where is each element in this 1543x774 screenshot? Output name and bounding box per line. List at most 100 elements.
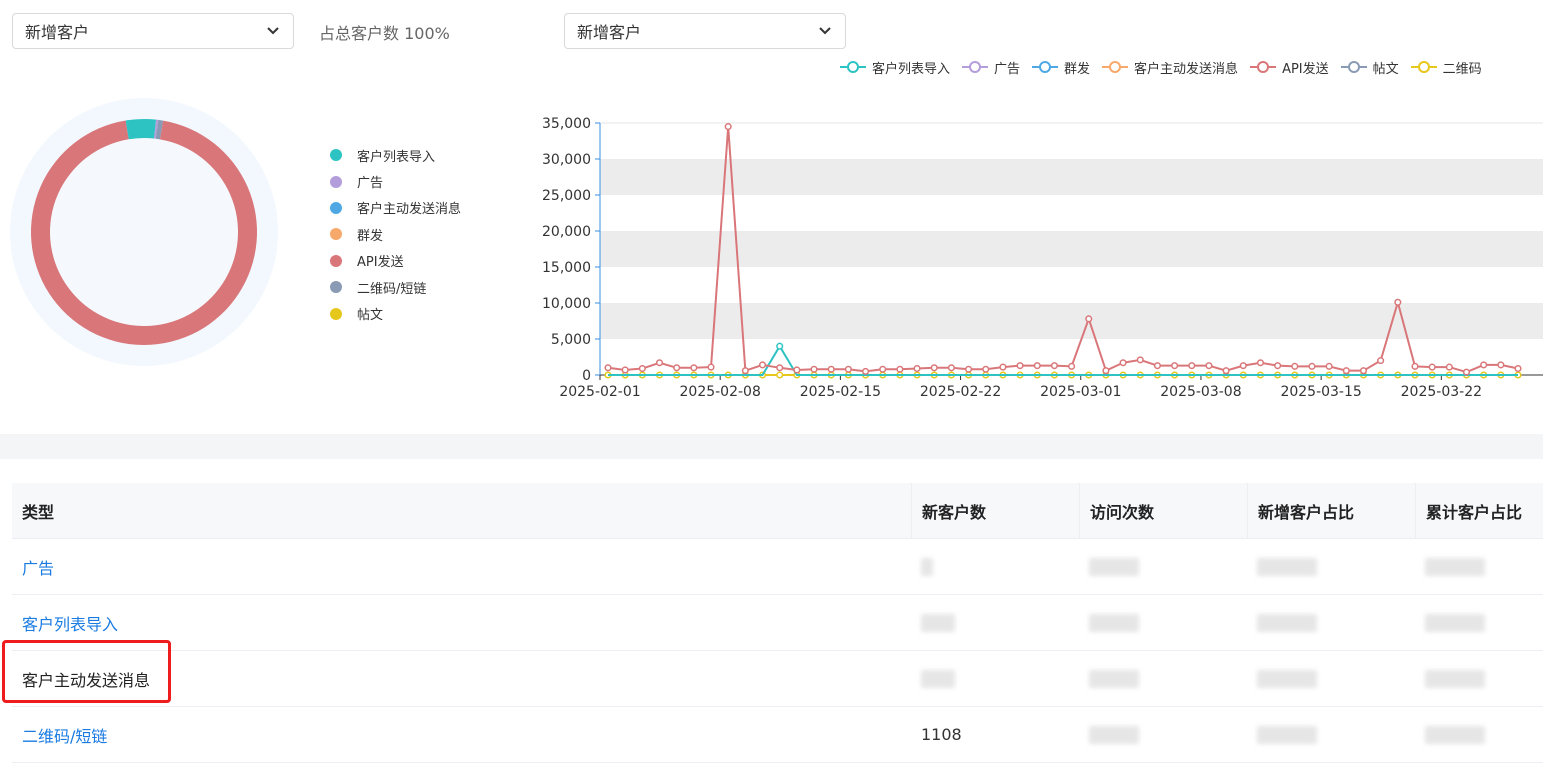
x-tick-label: 2025-02-01 <box>559 384 640 400</box>
cell-redacted <box>1415 539 1543 594</box>
data-point[interactable] <box>776 364 784 372</box>
legend-item[interactable]: 二维码/短链 <box>330 274 461 300</box>
cell-redacted <box>1247 539 1415 594</box>
legend-item[interactable]: API发送 <box>1250 58 1329 77</box>
data-point[interactable] <box>1514 364 1522 373</box>
data-point[interactable] <box>1205 362 1213 370</box>
data-point[interactable] <box>690 364 698 372</box>
data-point[interactable] <box>1480 361 1488 369</box>
data-point[interactable] <box>604 364 612 372</box>
right-metric-select[interactable]: 新增客户 <box>564 13 846 49</box>
grid-band <box>600 159 1543 195</box>
legend-label: 群发 <box>1064 61 1091 77</box>
legend-item[interactable]: 广告 <box>962 58 1020 77</box>
data-point[interactable] <box>655 359 664 367</box>
legend-item[interactable]: 群发 <box>330 221 461 247</box>
data-point[interactable] <box>1411 362 1419 370</box>
data-point[interactable] <box>1342 367 1350 375</box>
data-point[interactable] <box>930 364 938 372</box>
data-point[interactable] <box>776 342 784 350</box>
data-point[interactable] <box>827 365 835 373</box>
data-point[interactable] <box>879 365 887 373</box>
legend-item[interactable]: 帖文 <box>1340 58 1399 77</box>
type-link[interactable]: 客户列表导入 <box>22 611 118 635</box>
data-point[interactable] <box>1188 362 1196 370</box>
type-link[interactable]: 二维码/短链 <box>22 723 107 747</box>
column-header-new-ratio[interactable]: 新增客户占比 <box>1247 483 1415 538</box>
cell-new-customers: 1108 <box>911 707 1079 762</box>
grid-band <box>600 231 1543 267</box>
data-point[interactable] <box>1428 363 1436 371</box>
data-point[interactable] <box>982 365 990 373</box>
data-point[interactable] <box>741 367 749 375</box>
data-point[interactable] <box>913 364 921 373</box>
data-point[interactable] <box>1445 363 1453 371</box>
data-point[interactable] <box>758 361 767 369</box>
data-point[interactable] <box>862 367 870 375</box>
data-point[interactable] <box>621 366 629 374</box>
data-point[interactable] <box>724 123 732 131</box>
data-point[interactable] <box>1394 298 1402 306</box>
data-point[interactable] <box>776 371 784 379</box>
data-point[interactable] <box>1153 362 1161 370</box>
data-point[interactable] <box>844 365 852 373</box>
data-point[interactable] <box>793 366 801 374</box>
legend-item[interactable]: 客户主动发送消息 <box>1102 58 1238 77</box>
donut-chart <box>10 98 278 366</box>
legend-item[interactable]: 群发 <box>1032 58 1090 77</box>
data-point[interactable] <box>1119 359 1127 367</box>
data-point[interactable] <box>673 364 681 372</box>
data-point[interactable] <box>707 363 715 371</box>
legend-item[interactable]: 广告 <box>330 168 461 194</box>
data-point[interactable] <box>1085 315 1093 323</box>
data-point[interactable] <box>896 365 904 373</box>
data-point[interactable] <box>965 365 973 373</box>
legend-item[interactable]: 二维码 <box>1410 58 1482 77</box>
data-point[interactable] <box>1050 362 1058 370</box>
data-point[interactable] <box>1222 367 1230 375</box>
data-point[interactable] <box>1256 359 1265 367</box>
data-point[interactable] <box>1377 357 1385 365</box>
data-point[interactable] <box>1497 361 1505 369</box>
donut-slice[interactable] <box>125 119 157 140</box>
data-point[interactable] <box>1016 362 1024 370</box>
redacted-value <box>1257 725 1317 744</box>
legend-line-marker-icon <box>1410 61 1437 73</box>
legend-item[interactable]: 客户主动发送消息 <box>330 195 461 221</box>
data-point[interactable] <box>1068 362 1076 370</box>
data-point[interactable] <box>1239 362 1247 370</box>
data-point[interactable] <box>1102 367 1110 375</box>
legend-item[interactable]: 帖文 <box>330 300 461 326</box>
legend-item[interactable]: 客户列表导入 <box>840 58 950 77</box>
data-point[interactable] <box>1308 362 1316 370</box>
legend-label: 客户主动发送消息 <box>357 202 462 218</box>
type-link[interactable]: 广告 <box>22 555 54 579</box>
redacted-value <box>921 669 955 688</box>
column-header-cumulative-ratio[interactable]: 累计客户占比 <box>1415 483 1543 538</box>
data-point[interactable] <box>1171 362 1179 370</box>
section-divider <box>0 434 1543 459</box>
data-point[interactable] <box>1359 367 1368 375</box>
cell-redacted <box>911 651 1079 706</box>
left-metric-select[interactable]: 新增客户 <box>12 13 294 49</box>
y-tick-label: 15,000 <box>542 260 591 276</box>
legend-label: 帖文 <box>1372 61 1399 77</box>
redacted-value <box>1425 557 1485 576</box>
data-point[interactable] <box>1291 362 1299 370</box>
legend-item[interactable]: API发送 <box>330 248 461 274</box>
data-point[interactable] <box>1274 362 1282 370</box>
data-point[interactable] <box>638 364 646 373</box>
data-point[interactable] <box>1033 362 1041 370</box>
data-point[interactable] <box>1462 368 1471 376</box>
legend-item[interactable]: 客户列表导入 <box>330 142 461 168</box>
data-point[interactable] <box>1136 356 1144 364</box>
left-metric-select-value: 新增客户 <box>25 23 90 42</box>
column-header-visits[interactable]: 访问次数 <box>1079 483 1247 538</box>
x-tick-label: 2025-02-15 <box>800 384 881 400</box>
data-point[interactable] <box>947 364 955 372</box>
data-point[interactable] <box>810 365 818 373</box>
cell-redacted <box>911 539 1079 594</box>
data-point[interactable] <box>999 363 1007 371</box>
column-header-new-customers[interactable]: 新客户数 <box>911 483 1079 538</box>
data-point[interactable] <box>1325 362 1333 370</box>
